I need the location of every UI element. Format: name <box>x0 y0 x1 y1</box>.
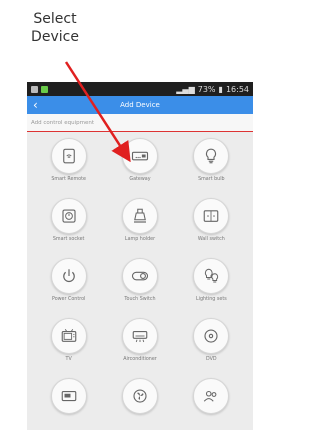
device-button[interactable] <box>50 378 87 414</box>
lamp-holder-icon <box>133 208 146 223</box>
device-partial-3[interactable] <box>176 378 247 430</box>
battery-icon: ▮ <box>218 84 223 94</box>
toggle-icon <box>131 271 149 281</box>
page-title: Add Device <box>120 101 160 109</box>
device-lighting-sets[interactable]: Lighting sets <box>176 258 247 316</box>
socket-icon <box>62 209 76 223</box>
bulb-icon <box>206 148 217 164</box>
device-button[interactable] <box>50 198 87 234</box>
device-label: Lighting sets <box>195 297 227 302</box>
device-airconditioner[interactable]: Airconditioner <box>104 318 175 376</box>
signal-icon: ▂▄▆ <box>176 84 195 94</box>
device-wall-switch[interactable]: Wall switch <box>176 198 247 256</box>
back-arrow-icon[interactable]: ‹ <box>33 97 38 113</box>
app-icon <box>41 85 48 93</box>
device-button[interactable] <box>121 198 158 234</box>
fan-icon <box>133 389 147 403</box>
device-partial-1[interactable] <box>33 378 104 430</box>
annotation-line-1: Select <box>33 11 77 27</box>
device-smart-bulb[interactable]: Smart bulb <box>176 138 247 196</box>
device-grid: Smart Remote Gateway Smart bulb Smart so… <box>27 132 253 430</box>
wifi-icon <box>62 148 75 164</box>
device-button[interactable] <box>121 138 158 174</box>
device-smart-remote[interactable]: Smart Remote <box>33 138 104 196</box>
subheader: Add control equipment <box>27 114 253 132</box>
device-button[interactable] <box>121 318 158 354</box>
device-button[interactable] <box>193 198 230 234</box>
device-label: Airconditioner <box>123 357 157 362</box>
device-power-control[interactable]: Power Control <box>33 258 104 316</box>
tv-icon <box>61 329 76 342</box>
device-smart-socket[interactable]: Smart socket <box>33 198 104 256</box>
bulbs-icon <box>205 268 219 283</box>
device-label: Smart bulb <box>198 177 225 182</box>
device-button[interactable] <box>50 138 87 174</box>
device-button[interactable] <box>50 258 87 294</box>
device-label: Power Control <box>51 297 86 302</box>
subheader-text: Add control equipment <box>31 120 94 126</box>
device-button[interactable] <box>121 258 158 294</box>
select-device-annotation: Select Device <box>10 10 100 46</box>
device-label: TV <box>65 357 72 362</box>
notification-icon <box>31 85 38 93</box>
device-label: DVD <box>206 357 217 362</box>
device-button[interactable] <box>193 378 230 414</box>
device-gateway[interactable]: Gateway <box>104 138 175 196</box>
power-icon <box>62 269 75 283</box>
device-tv[interactable]: TV <box>33 318 104 376</box>
device-partial-2[interactable] <box>104 378 175 430</box>
clock: 16:54 <box>225 84 249 94</box>
monitor-icon <box>61 390 76 402</box>
dvd-icon <box>204 329 218 343</box>
device-label: Wall switch <box>197 237 225 242</box>
device-dvd[interactable]: DVD <box>176 318 247 376</box>
device-label: Lamp holder <box>124 237 156 242</box>
app-header: ‹ Add Device <box>27 96 253 114</box>
aircon-icon <box>132 330 148 343</box>
battery-level: 73% <box>197 84 216 94</box>
status-bar: ▂▄▆ 73% ▮ 16:54 <box>27 82 253 96</box>
gateway-icon <box>131 151 149 161</box>
device-touch-switch[interactable]: Touch Switch <box>104 258 175 316</box>
device-lamp-holder[interactable]: Lamp holder <box>104 198 175 256</box>
annotation-line-2: Device <box>31 29 79 45</box>
device-button[interactable] <box>193 258 230 294</box>
device-label: Smart Remote <box>51 177 86 182</box>
device-button[interactable] <box>121 378 158 414</box>
phone-screen: ▂▄▆ 73% ▮ 16:54 ‹ Add Device Add control… <box>27 82 253 430</box>
device-label: Touch Switch <box>124 297 156 302</box>
device-button[interactable] <box>193 318 230 354</box>
wall-switch-icon <box>204 210 219 222</box>
device-button[interactable] <box>193 138 230 174</box>
users-icon <box>204 390 217 402</box>
device-button[interactable] <box>50 318 87 354</box>
device-label: Gateway <box>129 177 151 182</box>
device-label: Smart socket <box>52 237 85 242</box>
